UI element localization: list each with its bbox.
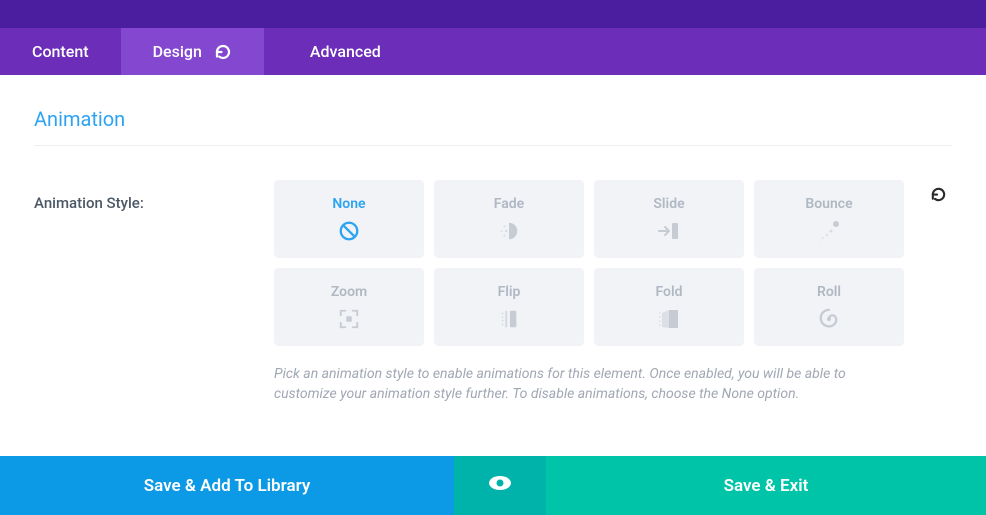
tab-label: Content [32, 42, 89, 61]
zoom-icon [338, 308, 360, 330]
option-bounce[interactable]: Bounce [754, 180, 904, 258]
fold-icon [657, 308, 681, 330]
tab-label: Advanced [310, 42, 381, 61]
option-label: Flip [498, 284, 521, 300]
animation-style-field: Animation Style: None Fade [34, 180, 952, 405]
option-flip[interactable]: Flip [434, 268, 584, 346]
option-none[interactable]: None [274, 180, 424, 258]
tab-label: Design [153, 42, 202, 61]
option-label: None [332, 196, 365, 212]
tab-bar: Content Design Advanced [0, 28, 986, 75]
option-label: Fold [656, 284, 683, 300]
footer: Save & Add To Library Save & Exit [0, 456, 986, 515]
save-add-library-button[interactable]: Save & Add To Library [0, 456, 454, 515]
option-label: Fade [494, 196, 524, 212]
flip-icon [498, 308, 520, 330]
option-label: Slide [653, 196, 684, 212]
option-label: Zoom [331, 284, 367, 300]
field-body: None Fade [274, 180, 912, 405]
none-icon [338, 220, 360, 242]
button-label: Save & Exit [724, 476, 809, 496]
slide-icon [657, 220, 681, 242]
tab-advanced[interactable]: Advanced [264, 28, 413, 75]
option-fade[interactable]: Fade [434, 180, 584, 258]
option-label: Roll [817, 284, 841, 300]
eye-icon [488, 475, 512, 496]
help-text: Pick an animation style to enable animat… [274, 364, 904, 405]
option-roll[interactable]: Roll [754, 268, 904, 346]
undo-icon [214, 43, 232, 61]
reset-button[interactable] [924, 180, 952, 207]
option-slide[interactable]: Slide [594, 180, 744, 258]
undo-icon [930, 186, 947, 207]
save-exit-button[interactable]: Save & Exit [546, 456, 986, 515]
preview-button[interactable] [454, 456, 546, 515]
option-grid: None Fade [274, 180, 912, 346]
content-area: Animation Animation Style: None Fade [0, 75, 986, 425]
tab-design[interactable]: Design [121, 28, 264, 75]
option-fold[interactable]: Fold [594, 268, 744, 346]
tab-content[interactable]: Content [0, 28, 121, 75]
button-label: Save & Add To Library [144, 476, 311, 496]
option-zoom[interactable]: Zoom [274, 268, 424, 346]
section-title: Animation [34, 107, 952, 146]
top-bar [0, 0, 986, 28]
field-label: Animation Style: [34, 180, 262, 212]
fade-icon [498, 220, 520, 242]
roll-icon [818, 308, 840, 330]
option-label: Bounce [805, 196, 852, 212]
bounce-icon [817, 220, 841, 242]
